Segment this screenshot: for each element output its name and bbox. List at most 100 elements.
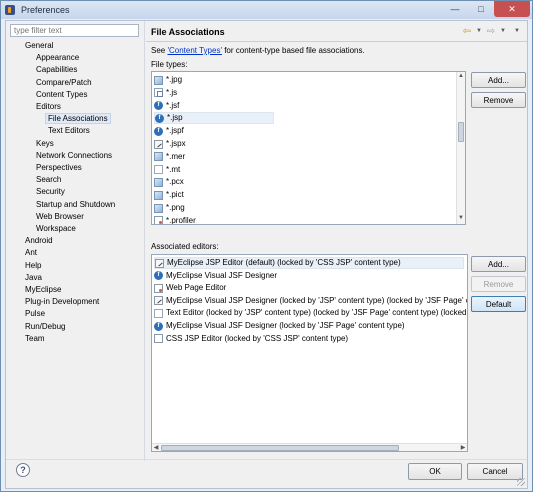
list-item[interactable]: MyEclipse JSP Editor (default) (locked b… (154, 257, 464, 269)
tree-item[interactable]: Compare/Patch (36, 77, 92, 88)
tree-item[interactable]: Java (25, 272, 42, 283)
editors-horizontal-scrollbar[interactable]: ◀ ▶ (152, 443, 467, 451)
tree-item[interactable]: Android (25, 235, 53, 246)
list-item-label: *.png (166, 203, 185, 212)
view-menu-icon[interactable]: ▼ (513, 25, 521, 37)
scroll-up-icon[interactable]: ▲ (457, 73, 465, 81)
jsf-icon: f (154, 126, 163, 136)
close-button[interactable]: ✕ (494, 1, 530, 17)
list-item[interactable]: *.pict (154, 189, 184, 201)
hint-prefix: See (151, 46, 168, 55)
list-item[interactable]: f *.jsf (154, 100, 179, 112)
scroll-left-icon[interactable]: ◀ (152, 444, 160, 451)
tree-item[interactable]: Network Connections (36, 150, 112, 161)
tree-item[interactable]: Workspace (36, 223, 76, 234)
tree-item[interactable]: Plug-in Development (25, 296, 99, 307)
jsf-icon: f (155, 113, 164, 123)
resize-grip-icon[interactable] (517, 478, 525, 486)
add-editor-button[interactable]: Add... (471, 256, 526, 272)
list-item[interactable]: *.profiler (154, 215, 196, 224)
scroll-down-icon[interactable]: ▼ (457, 215, 465, 223)
jsf-icon: f (154, 101, 163, 111)
image-icon (154, 203, 163, 213)
list-item[interactable]: *.js (154, 87, 177, 99)
window-title: Preferences (21, 5, 70, 15)
list-item[interactable]: f MyEclipse Visual JSF Designer (locked b… (154, 320, 405, 332)
tree-item[interactable]: Team (25, 333, 45, 344)
pane-divider[interactable] (144, 21, 145, 461)
document-icon (154, 165, 163, 175)
list-item-label: *.pcx (166, 177, 184, 187)
tree-item[interactable]: File Associations (45, 113, 111, 125)
list-item-label: *.jpg (166, 75, 183, 84)
list-item-label: *.js (166, 87, 178, 97)
web-page-icon (154, 216, 163, 224)
list-item[interactable]: *.png (154, 202, 185, 214)
list-item[interactable]: MyEclipse Visual JSP Designer (locked by… (154, 295, 467, 307)
forward-arrow-icon[interactable]: ⇨ (485, 25, 497, 37)
tree-item[interactable]: Web Browser (36, 211, 84, 222)
tree-item[interactable]: General (25, 40, 53, 51)
tree-item[interactable]: Appearance (36, 52, 79, 63)
remove-file-type-button[interactable]: Remove (471, 92, 526, 108)
associated-editors-list[interactable]: MyEclipse JSP Editor (default) (locked b… (151, 254, 468, 452)
tree-item[interactable]: Keys (36, 138, 54, 149)
scroll-thumb[interactable] (458, 122, 464, 142)
list-item[interactable]: f MyEclipse Visual JSF Designer (154, 270, 277, 282)
filter-input[interactable] (10, 24, 139, 37)
add-file-type-button[interactable]: Add... (471, 72, 526, 88)
tree-item[interactable]: Help (25, 260, 41, 271)
tree-item[interactable]: Startup and Shutdown (36, 199, 115, 210)
tree-item[interactable]: Run/Debug (25, 321, 65, 332)
help-icon[interactable]: ? (16, 463, 30, 477)
tree-item[interactable]: Perspectives (36, 162, 82, 173)
file-types-list[interactable]: *.jpg *.js f *.jsf f *.jsp f *.jspf *.jspx *.mer *… (151, 71, 466, 225)
list-item[interactable]: *.jpg (154, 74, 182, 86)
hint-suffix: for content-type based file associations… (221, 46, 365, 55)
forward-dropdown-icon[interactable]: ▼ (499, 25, 507, 37)
file-types-scrollbar[interactable]: ▲ ▼ (456, 72, 465, 224)
ok-button[interactable]: OK (408, 463, 462, 480)
back-arrow-icon[interactable]: ⇦ (461, 25, 473, 37)
list-item-label: *.jsp (167, 113, 183, 123)
back-dropdown-icon[interactable]: ▼ (475, 25, 483, 37)
list-item[interactable]: f *.jsp (154, 112, 274, 125)
tree-item[interactable]: Text Editors (48, 125, 90, 136)
horizontal-scroll-thumb[interactable] (161, 445, 399, 451)
web-page-icon (154, 283, 163, 293)
tree-item[interactable]: Pulse (25, 308, 45, 319)
file-types-label: File types: (151, 60, 188, 69)
list-item[interactable]: Web Page Editor (154, 282, 226, 294)
jsf-icon: f (154, 321, 163, 331)
list-item[interactable]: CSS JSP Editor (locked by 'CSS JSP' cont… (154, 333, 348, 345)
list-item[interactable]: Text Editor (locked by 'JSP' content typ… (154, 307, 466, 319)
tree-item[interactable]: MyEclipse (25, 284, 61, 295)
maximize-button[interactable]: □ (468, 1, 494, 17)
content-types-link[interactable]: 'Content Types' (167, 46, 222, 55)
list-item[interactable]: *.jspx (154, 138, 186, 150)
list-item-label: *.jspf (166, 126, 184, 136)
tree-item[interactable]: Security (36, 186, 65, 197)
tree-item[interactable]: Search (36, 174, 61, 185)
title-bar[interactable]: Preferences — □ ✕ (1, 1, 532, 19)
list-item[interactable]: *.pcx (154, 176, 184, 188)
list-item[interactable]: f *.jspf (154, 125, 184, 137)
tree-item[interactable]: Capabilities (36, 64, 77, 75)
list-item-label: Text Editor (locked by 'JSP' content typ… (166, 308, 467, 318)
tree-item[interactable]: Editors (36, 101, 61, 112)
page-title: File Associations (151, 27, 225, 37)
list-item-label: MyEclipse JSP Editor (default) (locked b… (167, 258, 401, 267)
scroll-right-icon[interactable]: ▶ (459, 444, 467, 451)
cancel-button[interactable]: Cancel (467, 463, 523, 480)
tree-item[interactable]: Content Types (36, 89, 87, 100)
remove-editor-button[interactable]: Remove (471, 276, 526, 292)
list-item[interactable]: *.mer (154, 151, 185, 163)
list-item[interactable]: *.mt (154, 164, 180, 176)
list-item-label: *.pict (166, 190, 184, 200)
default-editor-button[interactable]: Default (471, 296, 526, 312)
minimize-button[interactable]: — (442, 1, 468, 17)
image-icon (154, 177, 163, 187)
tree-item[interactable]: Ant (25, 247, 37, 258)
image-icon (154, 190, 163, 200)
preference-tree: General Appearance Capabilities Compare/Pat… (10, 40, 142, 365)
